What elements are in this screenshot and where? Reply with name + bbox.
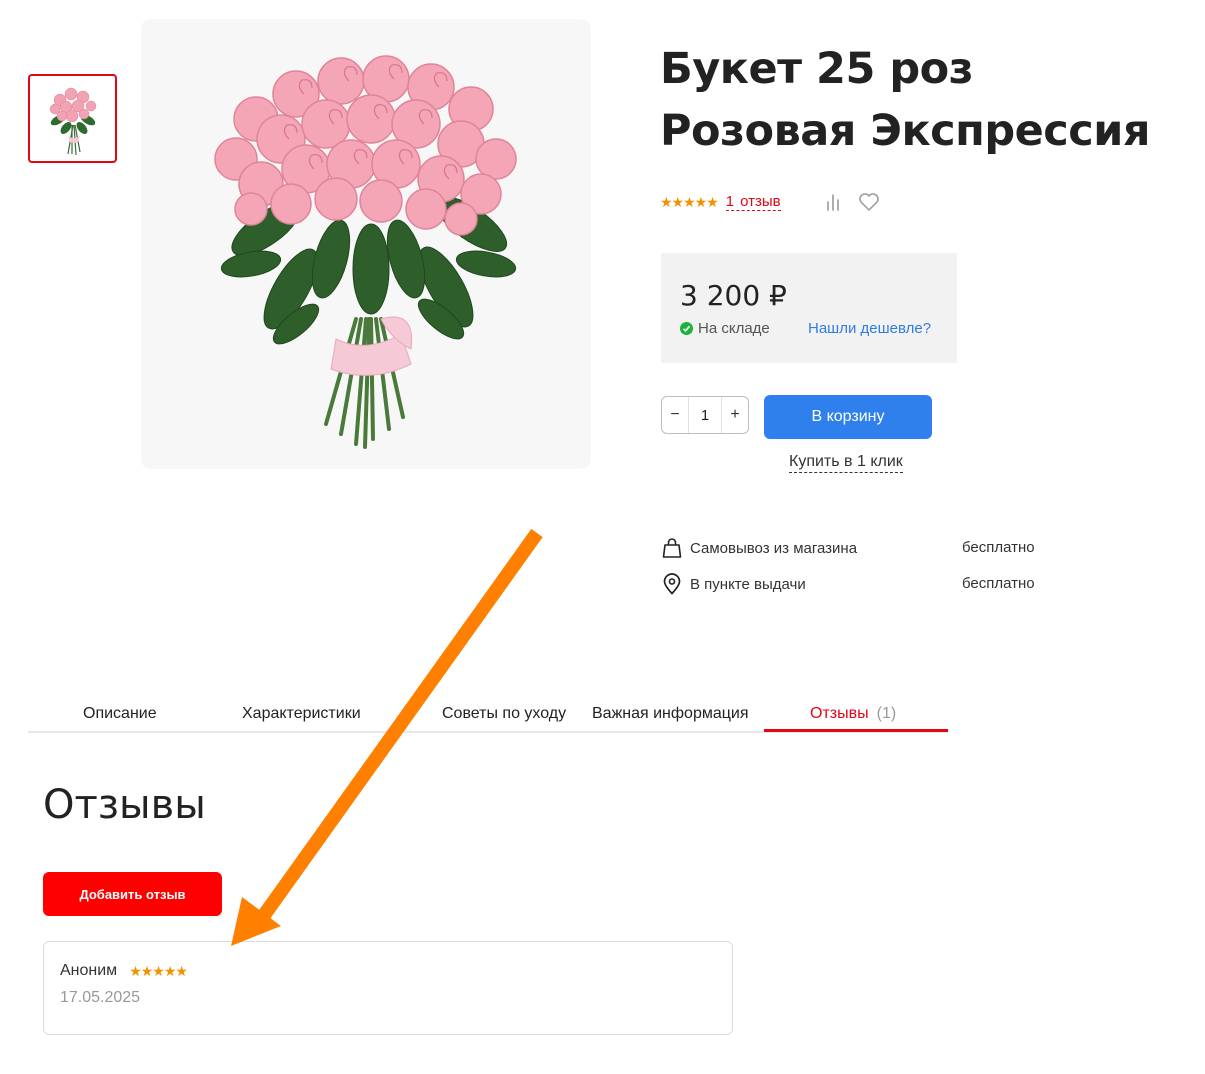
reviews-word: отзыв (740, 192, 781, 210)
bouquet-image (214, 55, 517, 449)
quantity-increase-button[interactable]: + (722, 397, 748, 433)
product-thumbnail[interactable] (28, 74, 117, 163)
tab-reviews-count: (1) (876, 705, 897, 722)
delivery-pickup-price: бесплатно (962, 539, 1035, 556)
stock-status: На складе (680, 320, 770, 337)
buy-one-click-link[interactable]: Купить в 1 клик (789, 452, 903, 473)
rating-row: ★★★★★ 1 отзыв (660, 190, 781, 214)
heart-icon[interactable] (858, 192, 880, 217)
tab-reviews[interactable]: Отзывы (1) (810, 705, 896, 723)
rating-stars: ★★★★★ (660, 194, 719, 210)
tab-important-info[interactable]: Важная информация (592, 705, 749, 723)
review-date: 17.05.2025 (60, 989, 141, 1006)
compare-icon[interactable] (824, 192, 842, 217)
product-tabs: Описание Характеристики Советы по уходу … (28, 700, 948, 733)
reviews-link[interactable]: 1 отзыв (725, 192, 781, 211)
tab-care-tips[interactable]: Советы по уходу (442, 705, 566, 723)
quantity-stepper: − 1 + (661, 396, 749, 434)
star-rating-icon: ★★★★★ (660, 194, 719, 210)
delivery-point-price: бесплатно (962, 575, 1035, 592)
shopping-bag-icon (662, 537, 682, 559)
product-title: Букет 25 роз Розовая Экспрессия (660, 44, 1151, 156)
reviews-count: 1 (725, 192, 735, 210)
bouquet-thumbnail-image (49, 87, 96, 155)
star-rating-icon: ★★★★★ (129, 963, 188, 979)
quantity-input[interactable]: 1 (688, 397, 722, 433)
tab-description[interactable]: Описание (83, 705, 157, 723)
review-author: Аноним (60, 962, 118, 979)
review-author-row: Аноним ★★★★★ (60, 962, 188, 980)
add-review-button[interactable]: Добавить отзыв (43, 872, 222, 916)
active-tab-indicator (764, 729, 948, 732)
quantity-decrease-button[interactable]: − (662, 397, 688, 433)
check-circle-icon (680, 322, 693, 335)
found-cheaper-link[interactable]: Нашли дешевле? (808, 320, 931, 337)
delivery-point-label: В пункте выдачи (690, 575, 806, 593)
add-to-cart-button[interactable]: В корзину (764, 395, 932, 439)
price-box: 3 200 ₽ На складе Нашли дешевле? (661, 253, 957, 363)
delivery-point-row: В пункте выдачи (662, 573, 806, 595)
review-rating: ★★★★★ (129, 963, 188, 979)
product-main-image[interactable] (141, 19, 591, 469)
product-price: 3 200 ₽ (680, 279, 787, 312)
tab-reviews-label: Отзывы (810, 705, 869, 722)
map-pin-icon (662, 573, 682, 595)
review-card: Аноним ★★★★★ 17.05.2025 (43, 941, 733, 1035)
delivery-pickup-label: Самовывоз из магазина (690, 539, 858, 557)
reviews-heading: Отзывы (43, 782, 206, 828)
tab-specifications[interactable]: Характеристики (242, 705, 361, 723)
stock-label: На складе (698, 320, 770, 337)
delivery-pickup-row: Самовывоз из магазина (662, 537, 857, 559)
